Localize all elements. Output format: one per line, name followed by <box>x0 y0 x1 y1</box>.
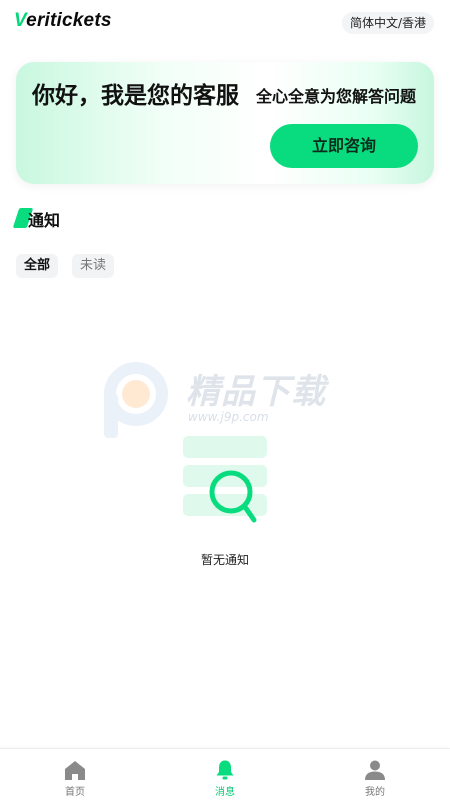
empty-state-text: 暂无通知 <box>200 553 249 567</box>
bell-icon <box>216 760 234 780</box>
consult-now-button[interactable]: 立即咨询 <box>270 124 418 168</box>
home-icon <box>65 761 85 780</box>
tab-home-label: 首页 <box>65 787 85 798</box>
section-title: 通知 <box>28 211 61 230</box>
logo-text: eritickets <box>26 10 112 31</box>
watermark-logo-icon <box>104 362 168 438</box>
tab-profile-label: 我的 <box>365 787 385 798</box>
logo-initial: V <box>14 10 27 31</box>
banner-subtitle: 全心全意为您解答问题 <box>256 87 417 106</box>
watermark: 精品下载 www.j9p.com <box>98 356 358 440</box>
tab-messages[interactable]: 消息 <box>185 757 265 798</box>
watermark-text: 精品下载 <box>186 372 326 412</box>
customer-service-banner: 你好，我是您的客服 全心全意为您解答问题 立即咨询 <box>16 62 434 184</box>
app-header: Veritickets 简体中文/香港 <box>0 0 450 46</box>
tab-home[interactable]: 首页 <box>35 757 115 798</box>
filter-all[interactable]: 全部 <box>16 254 59 278</box>
tab-profile[interactable]: 我的 <box>335 757 415 798</box>
brand-logo[interactable]: Veritickets <box>14 10 112 32</box>
tab-messages-label: 消息 <box>215 787 235 798</box>
banner-title: 你好，我是您的客服 <box>32 83 239 109</box>
bottom-tab-bar: 首页 消息 我的 <box>0 748 450 801</box>
watermark-url: www.j9p.com <box>188 410 269 424</box>
filter-unread[interactable]: 未读 <box>72 254 115 278</box>
language-selector[interactable]: 简体中文/香港 <box>341 12 434 34</box>
user-icon <box>365 760 385 780</box>
empty-search-icon <box>183 436 267 523</box>
